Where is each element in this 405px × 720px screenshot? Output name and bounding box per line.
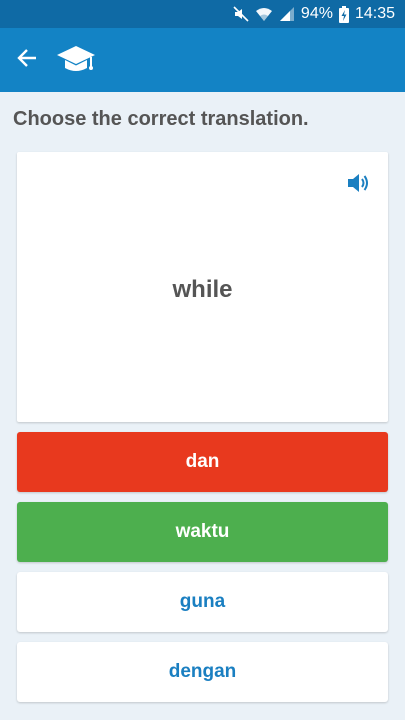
speaker-icon[interactable] (346, 172, 370, 199)
answer-label: guna (179, 591, 226, 612)
arrow-left-icon (16, 47, 38, 74)
word-card: while (17, 152, 388, 422)
back-button[interactable] (0, 28, 54, 92)
status-bar: 94% 14:35 (0, 0, 405, 28)
quiz-prompt: Choose the correct translation. (13, 108, 309, 130)
answer-option-waktu[interactable]: waktu (17, 502, 388, 562)
app-bar (0, 28, 405, 92)
answer-option-dan[interactable]: dan (17, 432, 388, 492)
battery-percentage: 94% (300, 5, 333, 22)
answer-label: dan (185, 451, 220, 472)
answer-option-guna[interactable]: guna (17, 572, 388, 632)
signal-icon (279, 6, 295, 22)
answer-label: dengan (168, 661, 237, 682)
mute-icon (233, 6, 249, 22)
answer-option-dengan[interactable]: dengan (17, 642, 388, 702)
clock: 14:35 (354, 5, 395, 22)
quiz-word: while (172, 276, 233, 303)
battery-charging-icon (338, 5, 349, 23)
wifi-icon (255, 6, 273, 22)
graduation-cap-icon (56, 43, 96, 77)
answer-label: waktu (175, 521, 230, 542)
